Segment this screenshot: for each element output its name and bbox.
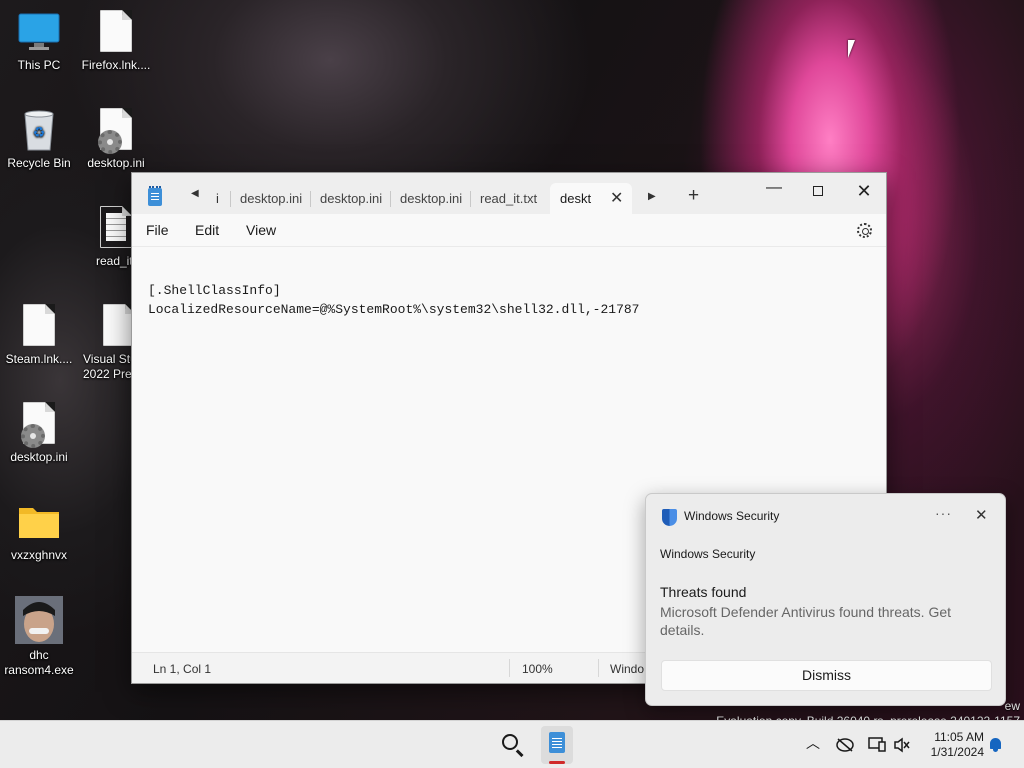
toast-close-icon[interactable]: ✕ <box>975 506 988 524</box>
menu-edit[interactable]: Edit <box>195 222 219 238</box>
network-disconnected-icon[interactable] <box>836 737 854 756</box>
tab-partial[interactable]: i <box>216 191 219 206</box>
desktop-icon-firefox[interactable]: Firefox.lnk.... <box>80 10 152 73</box>
settings-gear-icon[interactable] <box>857 223 872 238</box>
desktop-icon-label: This PC <box>17 58 61 72</box>
folder-icon <box>17 500 61 544</box>
taskbar-notepad-button[interactable] <box>541 726 573 764</box>
minimize-button[interactable]: — <box>752 177 796 205</box>
search-icon[interactable] <box>502 734 518 750</box>
settings-file-icon <box>94 108 138 154</box>
shield-icon <box>662 509 677 526</box>
this-pc-icon <box>17 10 61 54</box>
status-separator <box>598 659 599 677</box>
svg-text:♻: ♻ <box>33 125 46 141</box>
desktop-icon-recycle-bin[interactable]: ♻ Recycle Bin <box>3 108 75 171</box>
more-options-icon[interactable]: ··· <box>935 505 952 521</box>
menu-file[interactable]: File <box>146 222 169 238</box>
tab-scroll-left-icon[interactable]: ◀ <box>191 188 199 199</box>
windows-security-toast[interactable]: Windows Security ··· ✕ Windows Security … <box>645 493 1006 706</box>
desktop-icon-steam[interactable]: Steam.lnk.... <box>3 304 75 367</box>
desktop-icon-label: desktop.ini <box>10 450 68 464</box>
notification-bell-icon[interactable] <box>990 738 1001 752</box>
status-line-ending[interactable]: Windo <box>610 662 644 676</box>
desktop-icon-label: Firefox.lnk.... <box>81 58 151 72</box>
close-window-button[interactable]: ✕ <box>842 177 886 205</box>
maximize-button[interactable] <box>796 177 840 205</box>
tab-read-it-txt[interactable]: read_it.txt <box>470 183 550 214</box>
status-cursor-position: Ln 1, Col 1 <box>153 662 212 676</box>
toast-app-name: Windows Security <box>684 509 780 523</box>
tab-desktop-ini-1[interactable]: desktop.ini <box>230 183 310 214</box>
new-tab-plus-icon[interactable]: + <box>688 185 699 207</box>
desktop-icon-label: Steam.lnk.... <box>5 352 73 366</box>
status-zoom[interactable]: 100% <box>522 662 553 676</box>
desktop-icon-folder[interactable]: vxzxghnvx <box>3 500 75 563</box>
notepad-menubar: File Edit View <box>132 214 886 247</box>
desktop-icon-label-line2: ransom4.exe <box>4 663 74 677</box>
clock-time: 11:05 AM <box>934 730 984 744</box>
toast-subheading: Windows Security <box>660 547 756 561</box>
desktop-icon-ransom-exe[interactable]: dhc ransom4.exe <box>3 596 75 678</box>
status-separator <box>509 659 510 677</box>
desktop-icon-this-pc[interactable]: This PC <box>3 10 75 73</box>
file-icon <box>17 304 61 348</box>
desktop-icon-label: Recycle Bin <box>7 156 71 170</box>
taskbar: ︿ 11:05 AM 1/31/2024 <box>0 720 1024 768</box>
desktop-icon-desktop-ini-2[interactable]: desktop.ini <box>3 402 75 465</box>
maximize-icon <box>813 186 823 196</box>
tab-desktop-ini-3[interactable]: desktop.ini <box>390 183 470 214</box>
tab-active-label: deskt <box>560 191 592 206</box>
chevron-up-icon[interactable]: ︿ <box>806 733 820 753</box>
face-exe-icon <box>15 596 63 644</box>
desktop-icon-label: dhc <box>29 648 49 662</box>
tab-active-deskt[interactable]: deskt ✕ <box>550 183 632 214</box>
settings-file-icon <box>17 402 61 448</box>
notepad-titlebar[interactable]: ◀ i desktop.ini desktop.ini desktop.ini … <box>132 173 886 214</box>
menu-view[interactable]: View <box>246 222 276 238</box>
dismiss-button[interactable]: Dismiss <box>661 660 992 691</box>
recycle-bin-icon: ♻ <box>17 108 61 152</box>
tab-scroll-right-icon[interactable]: ▶ <box>648 191 656 202</box>
display-icon[interactable] <box>868 736 886 755</box>
volume-muted-icon[interactable] <box>893 737 911 756</box>
desktop-icon-label: vxzxghnvx <box>10 548 68 562</box>
desktop-icon-desktop-ini[interactable]: desktop.ini <box>80 108 152 171</box>
file-icon <box>94 10 138 54</box>
notepad-app-icon <box>148 186 162 206</box>
taskbar-clock[interactable]: 11:05 AM 1/31/2024 <box>918 730 984 760</box>
notepad-app-icon <box>549 732 565 753</box>
tab-close-icon[interactable]: ✕ <box>610 183 623 214</box>
mouse-cursor-icon <box>848 40 855 58</box>
toast-body[interactable]: Microsoft Defender Antivirus found threa… <box>660 603 990 639</box>
desktop-icon-label: desktop.ini <box>87 156 145 170</box>
active-app-indicator <box>549 761 565 764</box>
tab-desktop-ini-2[interactable]: desktop.ini <box>310 183 390 214</box>
clock-date: 1/31/2024 <box>930 745 984 759</box>
toast-title: Threats found <box>660 584 747 600</box>
